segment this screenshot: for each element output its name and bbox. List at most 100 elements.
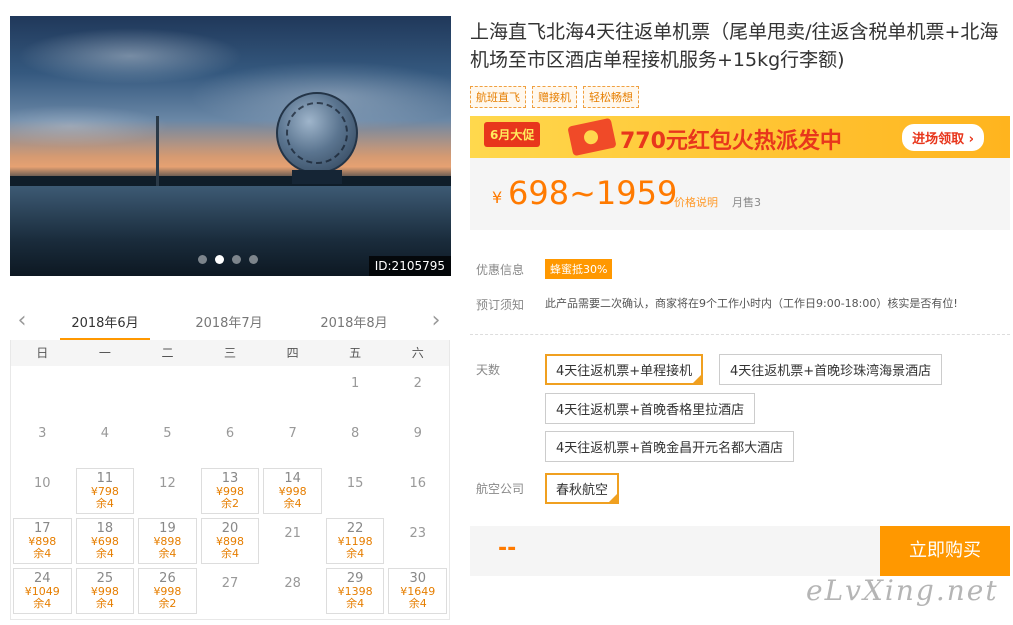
day-number: 6 [225, 426, 235, 441]
calendar-day-box: 14 ¥998 余4 [263, 468, 322, 514]
product-title: 上海直飞北海4天往返单机票（尾单甩卖/往返含税单机票+北海机场至市区酒店单程接机… [470, 21, 999, 71]
calendar-day-box: 12 [138, 468, 197, 514]
carousel-dot[interactable] [232, 255, 241, 264]
carousel-dot[interactable] [198, 255, 207, 264]
day-stock: 余4 [283, 497, 302, 510]
day-stock: 余4 [95, 547, 114, 560]
calendar-day-box: 23 [388, 518, 447, 564]
day-number: 13 [221, 471, 239, 486]
notice-text: 此产品需要二次确认，商家将在9个工作小时内（工作日9:00-18:00）核实是否… [545, 297, 958, 310]
month-tab-august[interactable]: 2018年8月 [309, 312, 399, 331]
calendar-day-box: 8 [326, 418, 385, 464]
calendar-day-available[interactable]: 30 ¥1649 余4 [386, 566, 449, 616]
calendar-day-available[interactable]: 18 ¥698 余4 [74, 516, 137, 566]
option-day-jinchang-hotel[interactable]: 4天往返机票+首晚金昌开元名都大酒店 [545, 431, 795, 462]
red-envelope-icon [567, 117, 617, 157]
promo-claim-button[interactable]: 进场领取 › [902, 124, 984, 151]
calendar-day-available[interactable]: 13 ¥998 余2 [199, 466, 262, 516]
calendar-day-available[interactable]: 14 ¥998 余4 [261, 466, 324, 516]
calendar-day: 5 [136, 416, 199, 466]
calendar-day-box [76, 368, 135, 414]
day-number: 15 [346, 476, 364, 491]
day-number: 28 [284, 576, 301, 591]
weekday-tue: 二 [161, 346, 174, 360]
calendar-day: 1 [324, 366, 387, 416]
calendar-week-row: 10 11 ¥798 余4 12 13 ¥998 余2 14 ¥998 余4 15 16 [11, 466, 449, 516]
day-number: 27 [221, 576, 239, 591]
calendar-day-box: 1 [326, 368, 385, 414]
promo-banner[interactable]: 6月大促 770元红包火热派发中 进场领取 › [470, 116, 1010, 158]
carousel-dot[interactable] [249, 255, 258, 264]
weekday-sat: 六 [411, 346, 424, 360]
calendar-day-box [201, 368, 260, 414]
discount-label: 优惠信息 [476, 263, 525, 277]
calendar-day: 16 [386, 466, 449, 516]
day-stock: 余4 [221, 547, 240, 560]
tag-direct-flight: 航班直飞 [470, 86, 526, 108]
next-month-arrow-icon[interactable]: › [426, 308, 446, 333]
calendar-day: 10 [11, 466, 74, 516]
globe-base [292, 170, 342, 184]
weekday-fri: 五 [349, 346, 362, 360]
day-number: 14 [284, 471, 301, 486]
calendar-day-empty [136, 366, 199, 416]
discount-badge: 蜂蜜抵30% [545, 259, 613, 279]
calendar-day-box: 22 ¥1198 余4 [325, 518, 385, 564]
calendar-day: 6 [199, 416, 262, 466]
sky-clouds [10, 16, 451, 172]
day-stock: 余2 [158, 597, 177, 610]
tag-relaxed: 轻松畅想 [583, 86, 639, 108]
calendar-day: 2 [386, 366, 449, 416]
day-stock: 余4 [158, 547, 177, 560]
calendar-day-available[interactable]: 26 ¥998 余2 [136, 566, 199, 616]
calendar-day-box [13, 368, 72, 414]
day-number: 20 [221, 521, 239, 536]
day-number: 8 [351, 426, 360, 441]
calendar-week-row: 12 [11, 366, 449, 416]
calendar-day-box: 16 [388, 468, 447, 514]
calendar-day-available[interactable]: 24 ¥1049 余4 [11, 566, 74, 616]
day-stock: 余4 [408, 597, 427, 610]
calendar-day: 12 [136, 466, 199, 516]
calendar-day: 15 [324, 466, 387, 516]
watermark: eLvXing.net [806, 574, 999, 607]
price-box: ¥ 698~1959 价格说明 月售3 [470, 158, 1010, 230]
option-day-pearl-bay-hotel[interactable]: 4天往返机票+首晚珍珠湾海景酒店 [719, 354, 943, 385]
calendar-day-box: 19 ¥898 余4 [138, 518, 197, 564]
calendar-day: 8 [324, 416, 387, 466]
month-tab-june[interactable]: 2018年6月 [60, 312, 150, 341]
calendar-day-box: 4 [76, 418, 135, 464]
day-number: 30 [409, 571, 427, 586]
calendar-day-available[interactable]: 20 ¥898 余4 [199, 516, 262, 566]
weekday-thu: 四 [286, 346, 299, 360]
day-number: 26 [159, 571, 176, 586]
calendar-day-available[interactable]: 29 ¥1398 余4 [324, 566, 387, 616]
prev-month-arrow-icon[interactable]: ‹ [12, 308, 32, 333]
option-day-shangri-la[interactable]: 4天往返机票+首晚香格里拉酒店 [545, 393, 756, 424]
product-tags: 航班直飞 赠接机 轻松畅想 [470, 86, 639, 108]
calendar-day-available[interactable]: 19 ¥898 余4 [136, 516, 199, 566]
buy-now-button[interactable]: 立即购买 [880, 526, 1010, 576]
option-airline-spring[interactable]: 春秋航空 [545, 473, 620, 504]
day-number: 3 [38, 426, 47, 441]
calendar-day: 23 [386, 516, 449, 566]
day-number: 23 [409, 526, 427, 541]
calendar-day-available[interactable]: 17 ¥898 余4 [11, 516, 74, 566]
calendar-week-row: 17 ¥898 余4 18 ¥698 余4 19 ¥898 余4 20 ¥898 余4 21 22 ¥119… [11, 516, 449, 566]
day-stock: 余4 [33, 547, 52, 560]
carousel-dot-active[interactable] [215, 255, 224, 264]
day-number: 7 [288, 426, 297, 441]
option-day-pickup[interactable]: 4天往返机票+单程接机 [545, 354, 704, 385]
day-stock: 余4 [95, 597, 114, 610]
calendar-day-available[interactable]: 22 ¥1198 余4 [324, 516, 387, 566]
day-number: 18 [96, 521, 114, 536]
month-tab-july[interactable]: 2018年7月 [184, 312, 274, 331]
calendar-week-row: 3 4 5 6 7 8 9 [11, 416, 449, 466]
price-note-link[interactable]: 价格说明 [674, 194, 718, 210]
day-stock: 余4 [346, 597, 365, 610]
calendar-day-box: 24 ¥1049 余4 [13, 568, 72, 614]
calendar-day-available[interactable]: 11 ¥798 余4 [74, 466, 137, 516]
weekday-header: 日 一 二 三 四 五 六 [11, 340, 449, 366]
calendar-day-available[interactable]: 25 ¥998 余4 [74, 566, 137, 616]
day-number: 17 [34, 521, 51, 536]
